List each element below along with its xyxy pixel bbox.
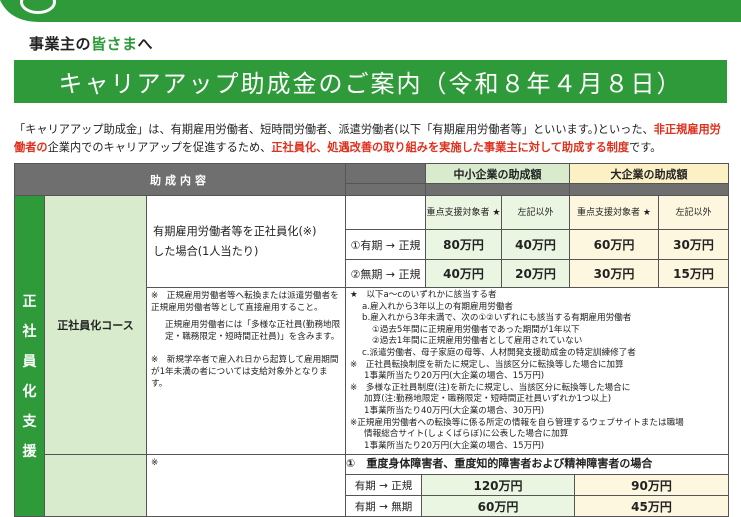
rowlabel-blank xyxy=(345,195,427,230)
section2-row-2: 有期 → 無期 60万円 45万円 xyxy=(346,496,729,517)
row1-sme-priority: 80万円 xyxy=(425,229,503,260)
sub-sme-priority: 重点支援対象者 ★ xyxy=(425,195,503,230)
right-notes: ★ 以下a～cのいずれかに該当する者 a.雇入れから3年以上の有期雇用労働者 b… xyxy=(345,286,730,456)
header-large: 大企業の助成額 xyxy=(569,163,730,184)
s2-row2-large: 45万円 xyxy=(574,496,729,517)
top-decor-band xyxy=(0,0,741,22)
course2-name xyxy=(44,454,147,517)
right-note-14: 1事業所当たり20万円(大企業の場合、15万円) xyxy=(364,440,545,451)
side-char-2: 社 xyxy=(22,324,37,341)
right-note-10: 加算(注:勤務地限定・職務限定・短時間正社員いずれか1つ以上) xyxy=(364,394,612,405)
header-spacer-large xyxy=(569,183,730,196)
row2-label: ②無期 → 正規 xyxy=(345,259,427,288)
desc-line-1: 有期雇用労働者等を正社員化(※) xyxy=(153,224,317,238)
left-notes: ※ 正規雇用労働者等へ転換または派遣労働者を正規雇用労働者等として直接雇用するこ… xyxy=(145,286,347,456)
right-note-8: 1事業所当たり20万円(大企業の場合、15万円) xyxy=(364,371,545,382)
section2-row-1: 有期 → 正規 120万円 90万円 xyxy=(346,475,729,497)
left-note-3: ※ 新規学卒者で雇入れ日から起算して雇用期間が1年未満の者については支給対象外と… xyxy=(151,355,339,389)
right-note-2: a.雇入れから3年以上の有期雇用労働者 xyxy=(362,301,513,312)
intro-paragraph: 「キャリアアップ助成金」は、有期雇用労働者、短時間労働者、派遣労働者(以下「有期… xyxy=(14,121,728,157)
side-char-1: 正 xyxy=(22,294,37,311)
page-title: キャリアアップ助成金のご案内（令和８年４月８日） xyxy=(14,60,727,103)
row1-large-priority: 60万円 xyxy=(569,229,660,260)
course-description: 有期雇用労働者等を正社員化(※) した場合(1人当たり) xyxy=(145,195,347,288)
side-char-3: 員 xyxy=(22,354,37,371)
s2-row1-label: 有期 → 正規 xyxy=(346,475,422,496)
intro-text-2: 企業内でのキャリアアップを促進するため、 xyxy=(47,141,272,154)
side-char-5: 支 xyxy=(22,414,37,431)
right-note-4: ①過去5年間に正規雇用労働者であった期間が1年以下 xyxy=(372,324,580,335)
side-char-4: 化 xyxy=(22,384,37,401)
course2-notes: ※ xyxy=(145,454,347,517)
row2-sme-other: 20万円 xyxy=(501,259,571,288)
s2-row1-large: 90万円 xyxy=(574,475,729,496)
right-note-6: c.派遣労働者、母子家庭の母等、人材開発支援助成金の特定訓練修了者 xyxy=(362,347,636,358)
audience-prefix: 事業主の xyxy=(29,35,92,53)
intro-text-3: です。 xyxy=(629,141,662,154)
intro-highlight-2: 正社員化、処遇改善の取り組みを実施した事業主に対して助成する制度 xyxy=(271,141,630,154)
header-blank xyxy=(345,163,427,184)
course-name: 正社員化コース xyxy=(44,194,147,456)
section2-title: ① 重度身体障害者、重度知的障害者および精神障害者の場合 xyxy=(345,454,730,476)
side-char-6: 援 xyxy=(22,444,37,461)
audience-suffix: へ xyxy=(137,35,154,53)
section2-rows: 有期 → 正規 120万円 90万円 有期 → 無期 60万円 45万円 xyxy=(345,474,730,517)
right-note-11: 1事業所当たり40万円(大企業の場合、30万円) xyxy=(364,405,545,416)
right-note-13: 情報総合サイト(しょくばらぼ)に公表した場合に加算 xyxy=(364,429,569,440)
s2-row1-sme: 120万円 xyxy=(421,475,575,496)
header-blank-2 xyxy=(345,183,427,196)
right-note-3: b.雇入れから3年未満で、次の①②いずれにも該当する有期雇用労働者 xyxy=(362,313,632,324)
right-note-12: ※正規雇用労働者への転換等に係る所定の情報を自ら管理するウェブサイトまたは職場 xyxy=(350,417,684,428)
subsidy-table: 助成内容 中小企業の助成額 大企業の助成額 正 社 員 化 支 援 正社員化コー… xyxy=(13,163,730,517)
right-note-9: ※ 多様な正社員制度(注)を新たに規定し、当該区分に転換等した場合に xyxy=(350,382,631,393)
header-sme: 中小企業の助成額 xyxy=(425,163,571,184)
header-spacer-sme xyxy=(425,183,571,196)
row1-sme-other: 40万円 xyxy=(501,229,571,260)
row2-large-priority: 30万円 xyxy=(569,259,660,288)
row2-large-other: 15万円 xyxy=(658,259,730,288)
right-note-1: ★ 以下a～cのいずれかに該当する者 xyxy=(350,290,497,300)
right-note-7: ※ 正社員転換制度を新たに規定し、当該区分に転換等した場合に加算 xyxy=(350,359,624,370)
intro-text-1: 「キャリアアップ助成金」は、有期雇用労働者、短時間労働者、派遣労働者(以下「有期… xyxy=(14,123,654,136)
row1-large-other: 30万円 xyxy=(658,229,730,260)
sub-large-other: 左記以外 xyxy=(658,195,730,230)
s2-row2-label: 有期 → 無期 xyxy=(346,496,422,517)
row1-label: ①有期 → 正規 xyxy=(345,229,427,260)
sub-large-priority: 重点支援対象者 ★ xyxy=(569,195,660,230)
left-note-1: ※ 正規雇用労働者等へ転換または派遣労働者を正規雇用労働者等として直接雇用するこ… xyxy=(151,291,339,313)
page-title-text: キャリアアップ助成金のご案内（令和８年４月８日） xyxy=(58,70,683,98)
s2-row2-sme: 60万円 xyxy=(421,496,575,517)
audience-highlight: 皆さま xyxy=(91,35,138,53)
header-content: 助成内容 xyxy=(13,163,347,196)
right-note-5: ②過去1年間に正規雇用労働者として雇用されていない xyxy=(372,336,583,347)
desc-line-2: した場合(1人当たり) xyxy=(153,244,259,258)
left-note-2: 正規雇用労働者には「多様な正社員(勤務地限定・職務限定・短時間正社員)」を含みま… xyxy=(165,320,341,342)
sub-sme-other: 左記以外 xyxy=(501,195,571,230)
row2-sme-priority: 40万円 xyxy=(425,259,503,288)
audience-heading: 事業主の皆さまへ xyxy=(29,33,153,54)
side-label-regularization: 正 社 員 化 支 援 xyxy=(14,194,45,517)
